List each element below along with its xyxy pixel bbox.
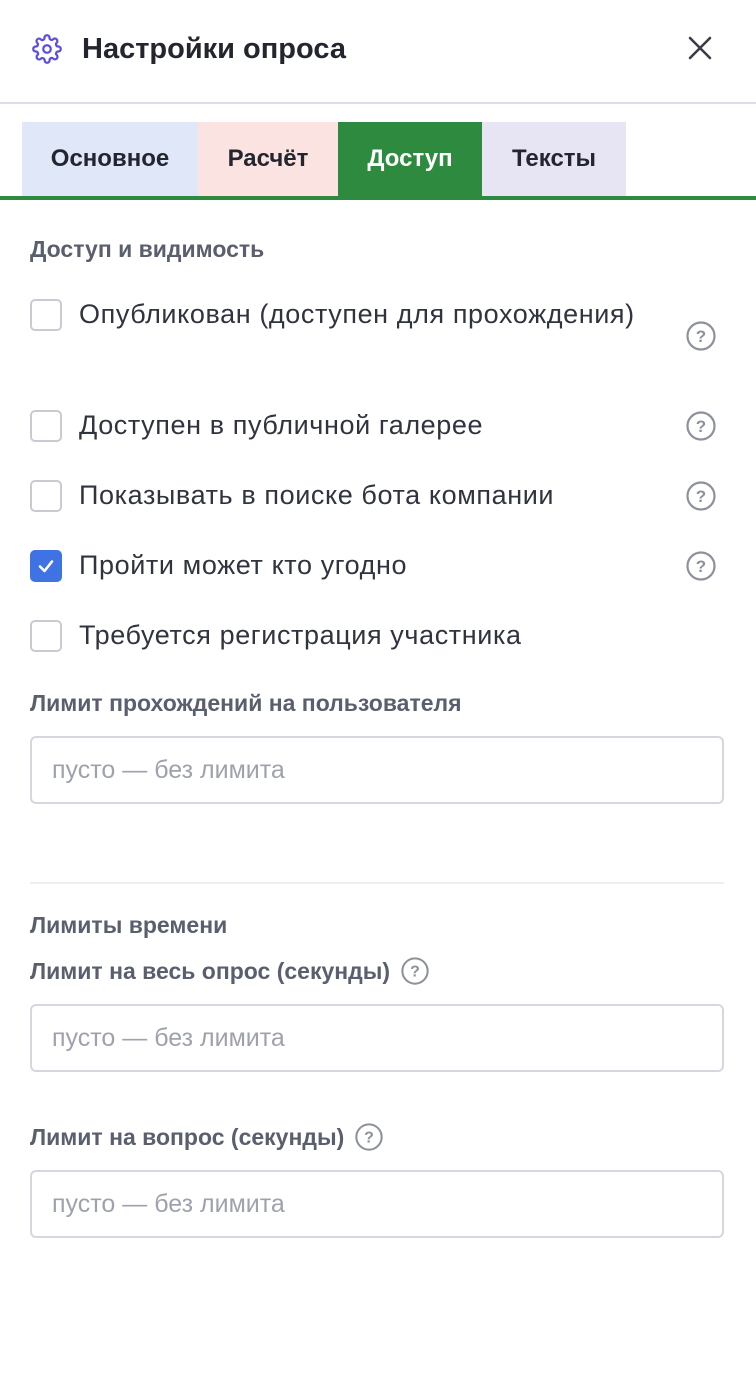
close-icon[interactable] xyxy=(684,32,716,64)
tab-general[interactable]: Основное xyxy=(22,122,198,196)
help-icon[interactable]: ? xyxy=(685,480,717,512)
checkbox-label-anyone: Пройти может кто угодно xyxy=(79,550,408,580)
help-icon[interactable]: ? xyxy=(400,956,430,986)
attempt-limit-label: Лимит прохождений на пользователя xyxy=(30,690,462,716)
svg-text:?: ? xyxy=(364,1130,374,1147)
checkbox-row-registration[interactable]: Требуется регистрация участника xyxy=(30,620,726,656)
checkbox-row-public-gallery[interactable]: Доступен в публичной галерее xyxy=(30,410,726,446)
tab-access[interactable]: Доступ xyxy=(338,122,482,196)
checkbox-row-bot-search[interactable]: Показывать в поиске бота компании xyxy=(30,480,726,516)
checkbox-published[interactable] xyxy=(30,299,62,331)
total-limit-label: Лимит на весь опрос (секунды) xyxy=(30,957,391,984)
checkbox-row-published[interactable]: Опубликован (доступен для прохождения) xyxy=(30,299,726,335)
help-icon[interactable]: ? xyxy=(354,1122,384,1152)
section-title-access: Доступ и видимость xyxy=(30,236,265,262)
svg-text:?: ? xyxy=(696,557,706,576)
help-icon[interactable]: ? xyxy=(685,320,717,352)
gear-icon xyxy=(32,34,62,64)
tab-calculation[interactable]: Расчёт xyxy=(198,122,338,196)
checkbox-anyone[interactable] xyxy=(30,550,62,582)
checkmark-icon xyxy=(38,560,54,573)
section-title-time-limits: Лимиты времени xyxy=(30,912,228,938)
panel-header: Настройки опроса xyxy=(0,0,756,104)
tab-texts[interactable]: Тексты xyxy=(482,122,626,196)
checkbox-bot-search[interactable] xyxy=(30,480,62,512)
question-limit-label: Лимит на вопрос (секунды) xyxy=(30,1123,345,1150)
svg-text:?: ? xyxy=(696,487,706,506)
help-icon[interactable]: ? xyxy=(685,410,717,442)
checkbox-label-bot-search: Показывать в поиске бота компании xyxy=(79,480,555,510)
checkbox-row-anyone[interactable]: Пройти может кто угодно xyxy=(30,550,726,586)
tab-bar: Основное Расчёт Доступ Тексты xyxy=(0,122,756,200)
svg-text:?: ? xyxy=(696,417,706,436)
checkbox-public-gallery[interactable] xyxy=(30,410,62,442)
section-divider xyxy=(30,882,724,884)
question-limit-label-row: Лимит на вопрос (секунды) ? xyxy=(30,1122,384,1152)
question-limit-input[interactable] xyxy=(30,1170,724,1238)
checkbox-label-public-gallery: Доступен в публичной галерее xyxy=(79,410,484,440)
total-limit-label-row: Лимит на весь опрос (секунды) ? xyxy=(30,956,430,986)
svg-text:?: ? xyxy=(696,327,706,346)
checkbox-label-published: Опубликован (доступен для прохождения) xyxy=(79,299,635,329)
checkbox-label-registration: Требуется регистрация участника xyxy=(79,620,522,650)
help-icon[interactable]: ? xyxy=(685,550,717,582)
panel-title: Настройки опроса xyxy=(82,33,346,65)
total-limit-input[interactable] xyxy=(30,1004,724,1072)
checkbox-registration[interactable] xyxy=(30,620,62,652)
svg-text:?: ? xyxy=(410,964,420,981)
attempt-limit-input[interactable] xyxy=(30,736,724,804)
